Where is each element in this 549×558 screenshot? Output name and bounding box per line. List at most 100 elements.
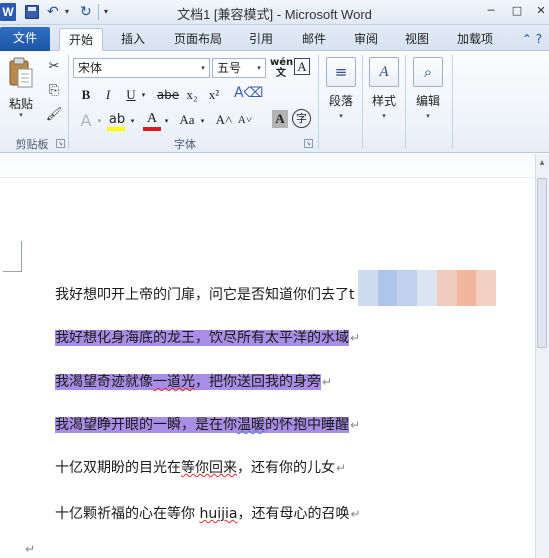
highlighted-text: 我渴望奇迹就像一道光，把你送回我的身旁 xyxy=(55,374,321,390)
document-canvas[interactable] xyxy=(0,154,549,558)
styles-label: 样式 xyxy=(371,94,396,108)
group-divider xyxy=(68,55,69,149)
paragraph-mark-icon: ↵ xyxy=(336,461,347,475)
chevron-down-icon: ▾ xyxy=(382,112,386,120)
title-bar: W ↶ ▾ ↻ ▾ 文档1 [兼容模式] - Microsoft Word ─ … xyxy=(0,0,549,25)
tab-references[interactable]: 引用 xyxy=(244,28,278,51)
minimize-button[interactable]: ─ xyxy=(480,2,502,20)
window-title: 文档1 [兼容模式] - Microsoft Word xyxy=(177,7,372,22)
scrollbar-thumb[interactable] xyxy=(537,178,547,348)
tab-file[interactable]: 文件 xyxy=(0,27,50,51)
font-launcher-icon[interactable]: ↘ xyxy=(304,139,313,148)
document-line[interactable]: 我渴望奇迹就像一道光，把你送回我的身旁↵ xyxy=(55,371,332,393)
font-color-button[interactable]: A xyxy=(143,109,161,129)
scroll-up-icon[interactable]: ▲ xyxy=(537,158,547,168)
paste-button[interactable]: 粘贴 ▾ xyxy=(3,55,39,123)
chevron-down-icon[interactable]: ▾ xyxy=(197,59,209,77)
highlighted-text: 我渴望睁开眼的一瞬，是在你温暖的怀抱中睡醒 xyxy=(55,417,349,433)
bold-button[interactable]: B xyxy=(77,85,95,105)
line-text: 我好想叩开上帝的门扉，问它是否知道你们去了t xyxy=(55,287,355,303)
phonetic-guide-button[interactable]: wén 文 xyxy=(270,57,294,79)
paragraph-mark-icon: ↵ xyxy=(350,418,361,432)
tab-addins[interactable]: 加载项 xyxy=(452,28,498,51)
paragraph-mark-icon: ↵ xyxy=(25,542,36,556)
group-divider xyxy=(318,55,319,149)
font-color-swatch xyxy=(143,127,161,131)
clear-formatting-button[interactable]: A⌫ xyxy=(234,83,263,103)
clipboard-launcher-icon[interactable]: ↘ xyxy=(56,139,65,148)
character-shading-button[interactable]: A xyxy=(272,110,288,128)
tab-review[interactable]: 审阅 xyxy=(349,28,383,51)
text-effects-button[interactable]: A xyxy=(77,111,95,131)
paste-icon xyxy=(9,57,33,88)
cut-icon[interactable]: ✂ xyxy=(44,57,64,77)
document-line[interactable]: 十亿颗祈福的心在等你 huijia，还有母心的召唤↵ xyxy=(55,503,361,525)
underline-dropdown-icon[interactable]: ▾ xyxy=(139,85,148,105)
styles-button[interactable]: A 样式 ▾ xyxy=(366,57,402,131)
blurred-region xyxy=(358,270,497,306)
help-icon[interactable]: ⌃ ? xyxy=(515,28,549,51)
font-group-label: 字体 xyxy=(174,138,196,151)
paragraph-mark-icon: ↵ xyxy=(322,375,333,389)
strikethrough-button[interactable]: abe xyxy=(156,85,180,105)
font-size-select[interactable]: 五号 ▾ xyxy=(212,58,266,78)
paragraph-label: 段落 xyxy=(328,94,353,108)
chevron-down-icon[interactable]: ▾ xyxy=(253,59,265,77)
spellcheck-text: 温暖 xyxy=(237,417,265,433)
highlight-color-swatch xyxy=(107,127,125,131)
document-line[interactable]: 我渴望睁开眼的一瞬，是在你温暖的怀抱中睡醒↵ xyxy=(55,414,360,436)
text-segment: 的怀抱中睡醒 xyxy=(265,417,349,433)
character-border-button[interactable]: A xyxy=(294,58,310,75)
font-name-select[interactable]: 宋体 ▾ xyxy=(73,58,210,78)
group-divider xyxy=(405,55,406,149)
group-divider xyxy=(362,55,363,149)
paste-dropdown-icon[interactable]: ▾ xyxy=(3,111,39,119)
tab-page-layout[interactable]: 页面布局 xyxy=(170,28,226,51)
text-segment: 我渴望奇迹就像 xyxy=(55,374,153,390)
editing-button[interactable]: ⌕ 编辑 ▾ xyxy=(408,57,448,131)
ribbon-tabs: 文件 开始 插入 页面布局 引用 邮件 审阅 视图 加载项 ⌃ ? xyxy=(0,25,549,51)
page-top-strip xyxy=(0,154,549,178)
margin-corner-mark xyxy=(3,241,22,272)
font-color-dropdown-icon[interactable]: ▾ xyxy=(162,111,171,131)
change-case-dropdown-icon[interactable]: ▾ xyxy=(198,111,207,131)
paragraph-icon: ≡ xyxy=(326,57,356,87)
tab-view[interactable]: 视图 xyxy=(400,28,434,51)
phonetic-guide-icon: wén 文 xyxy=(270,57,294,79)
document-line[interactable]: 十亿双期盼的目光在等你回来，还有你的儿女↵ xyxy=(55,457,346,479)
paste-label: 粘贴 xyxy=(8,97,33,111)
text-segment: 十亿颗祈福的心在等你 xyxy=(55,506,200,522)
ribbon: 粘贴 ▾ ✂ ⎘ 🖌 剪贴板 ↘ 宋体 ▾ 五号 ▾ wén 文 A B I U… xyxy=(0,51,549,153)
grow-font-button[interactable]: A˄ xyxy=(215,110,233,130)
highlight-dropdown-icon[interactable]: ▾ xyxy=(128,111,137,131)
subscript-button[interactable]: x₂ xyxy=(183,85,201,105)
close-button[interactable]: ✕ xyxy=(530,2,549,20)
paragraph-button[interactable]: ≡ 段落 ▾ xyxy=(323,57,359,131)
tab-home[interactable]: 开始 xyxy=(59,28,103,51)
empty-paragraph[interactable]: ↵ xyxy=(24,538,35,558)
text-effects-dropdown-icon[interactable]: ▾ xyxy=(95,111,104,131)
misspelled-word: huijia xyxy=(199,506,238,522)
text-segment: 我渴望睁开眼的一瞬，是在你 xyxy=(55,417,237,433)
maximize-button[interactable]: □ xyxy=(506,2,528,20)
superscript-button[interactable]: x² xyxy=(205,85,223,105)
enclose-characters-button[interactable]: 字 xyxy=(292,109,311,128)
binoculars-icon: ⌕ xyxy=(413,57,443,87)
editing-label: 编辑 xyxy=(415,94,440,108)
tab-insert[interactable]: 插入 xyxy=(116,28,150,51)
shrink-font-button[interactable]: A˅ xyxy=(236,110,254,130)
font-name-value: 宋体 xyxy=(78,61,103,75)
italic-button[interactable]: I xyxy=(99,85,117,105)
font-size-value: 五号 xyxy=(217,61,242,75)
copy-icon[interactable]: ⎘ xyxy=(44,81,64,101)
document-line[interactable]: 我好想叩开上帝的门扉，问它是否知道你们去了t xyxy=(55,284,355,306)
underline-button[interactable]: U xyxy=(122,85,140,105)
highlighted-text: 我好想化身海底的龙王，饮尽所有太平洋的水域 xyxy=(55,330,349,346)
format-painter-icon[interactable]: 🖌 xyxy=(44,105,64,125)
group-divider xyxy=(452,55,453,149)
styles-icon: A xyxy=(369,57,399,87)
paragraph-mark-icon: ↵ xyxy=(350,507,361,521)
change-case-button[interactable]: Aa xyxy=(176,110,198,130)
document-line[interactable]: 我好想化身海底的龙王，饮尽所有太平洋的水域↵ xyxy=(55,327,360,349)
tab-mailings[interactable]: 邮件 xyxy=(297,28,331,51)
